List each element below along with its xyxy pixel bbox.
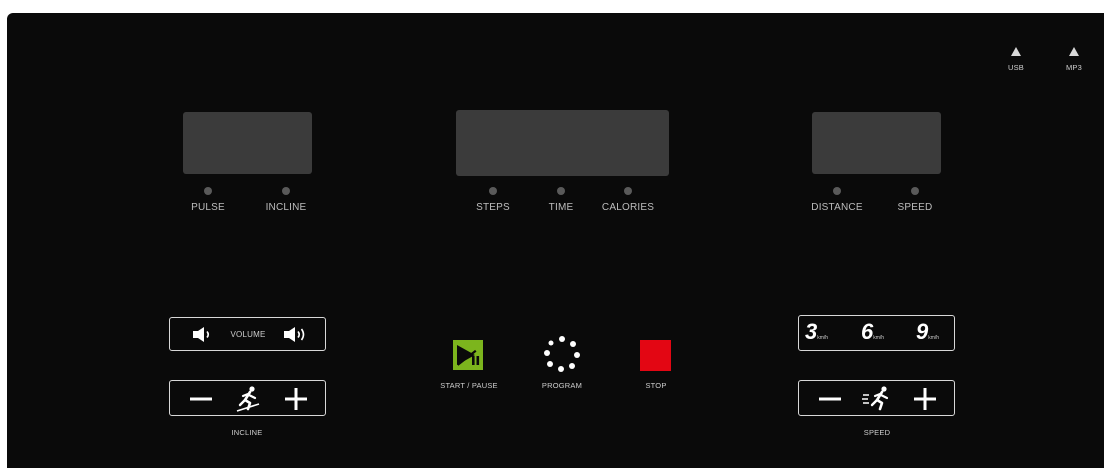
quick-speed-6-unit: km/h [873,335,885,341]
speed-plus-button[interactable] [914,388,936,410]
speaker-low-icon[interactable] [192,326,212,343]
dotted-circle-icon[interactable] [544,336,580,372]
incline-led [282,187,290,195]
speaker-high-icon[interactable] [283,326,309,343]
quick-speed-control: 3km/h 6km/h 9km/h [798,315,955,351]
time-label: TIME [548,202,574,213]
quick-speed-9-unit: km/h [928,335,940,341]
quick-speed-6-button[interactable]: 6km/h [861,321,905,347]
center-display [456,110,669,176]
start-pause-button[interactable] [453,340,483,370]
speed-minus-button[interactable] [819,397,841,401]
quick-speed-9-button[interactable]: 9km/h [916,321,954,347]
start-pause-label: START / PAUSE [440,381,498,390]
mp3-label: MP3 [1065,63,1083,72]
treadmill-console: USB MP3 PULSE INCLINE STEPS TIME CALORIE… [7,13,1104,468]
usb-triangle-icon[interactable] [1011,47,1021,56]
incline-control [169,380,326,416]
distance-led [833,187,841,195]
volume-label: VOLUME [230,330,266,339]
speed-label: SPEED [897,202,933,213]
speed-control-label: SPEED [863,428,891,437]
quick-speed-6-value: 6 [861,319,874,344]
left-display [183,112,312,174]
calories-label: CALORIES [601,202,655,213]
incline-control-label: INCLINE [231,428,263,437]
incline-minus-button[interactable] [190,397,212,401]
pulse-label: PULSE [191,202,225,213]
calories-led [624,187,632,195]
quick-speed-3-value: 3 [805,319,818,344]
incline-runner-icon [236,386,260,412]
pulse-led [204,187,212,195]
steps-led [489,187,497,195]
volume-control: VOLUME [169,317,326,351]
running-man-icon [862,386,889,411]
quick-speed-9-value: 9 [916,319,929,344]
speed-control [798,380,955,416]
stop-button[interactable] [640,340,671,371]
steps-label: STEPS [476,202,510,213]
speed-led [911,187,919,195]
program-label: PROGRAM [541,381,583,390]
distance-label: DISTANCE [811,202,863,213]
time-led [557,187,565,195]
usb-label: USB [1007,63,1025,72]
mp3-triangle-icon[interactable] [1069,47,1079,56]
stop-label: STOP [645,381,667,390]
incline-plus-button[interactable] [285,388,307,410]
incline-label: INCLINE [265,202,307,213]
quick-speed-3-unit: km/h [817,335,829,341]
quick-speed-3-button[interactable]: 3km/h [805,321,849,347]
right-display [812,112,941,174]
